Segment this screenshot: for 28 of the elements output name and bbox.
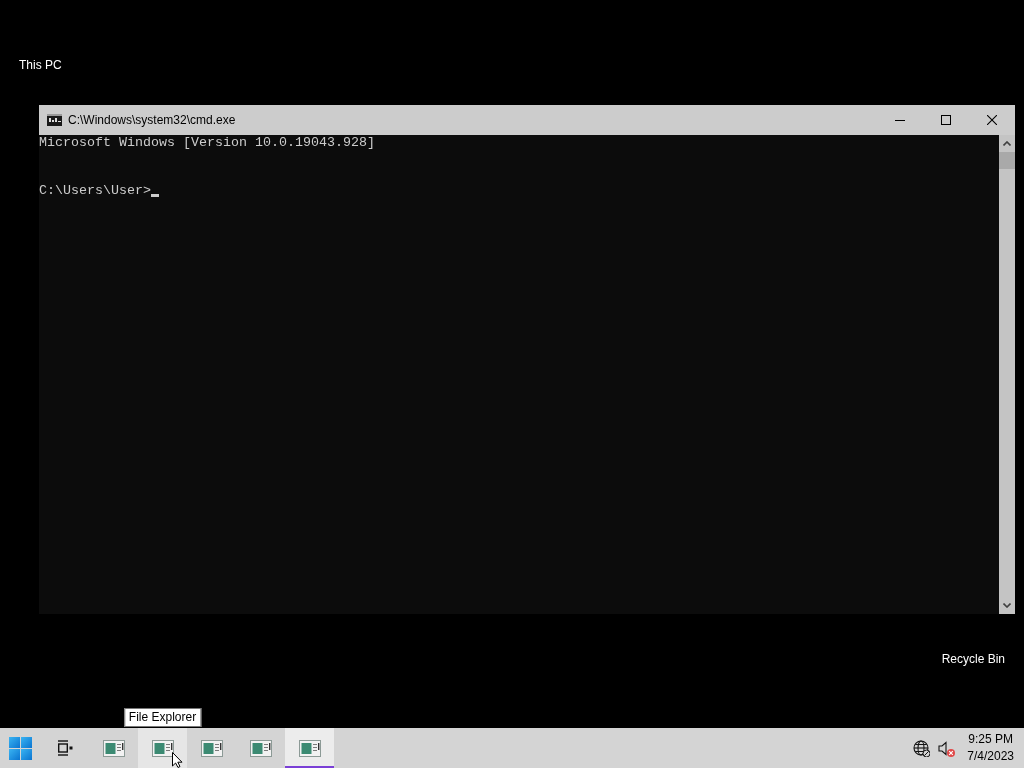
text-cursor-icon [151,194,159,197]
app-window-icon [200,739,223,757]
app-window-icon [298,739,321,757]
desktop-icon-label[interactable]: This PC [19,58,62,73]
active-indicator [285,766,334,768]
tooltip: File Explorer [123,708,202,727]
app-window-icon [151,739,174,757]
chevron-down-icon [1003,603,1011,608]
task-view-icon [57,740,73,756]
scrollbar[interactable] [999,135,1015,614]
taskbar-app-button[interactable] [285,728,334,768]
window-title: C:\Windows\system32\cmd.exe [68,112,236,128]
mouse-pointer-icon [172,752,183,768]
speaker-muted-icon[interactable] [938,739,956,757]
clock[interactable]: 9:25 PM 7/4/2023 [967,731,1014,765]
terminal-icon [47,114,62,126]
app-window-icon [102,739,125,757]
console-output-line: Microsoft Windows [Version 10.0.19043.928] [39,135,376,151]
desktop-icon-label[interactable]: Recycle Bin [941,652,1005,667]
scrollbar-thumb[interactable] [999,152,1015,169]
taskbar-app-button[interactable] [138,728,187,768]
app-window-icon [249,739,272,757]
windows-logo-icon [9,736,32,760]
globe-icon[interactable] [913,739,931,757]
close-icon [987,115,997,125]
console-prompt: C:\Users\User> [39,183,151,199]
maximize-icon [941,115,951,125]
chevron-up-icon [1003,141,1011,146]
